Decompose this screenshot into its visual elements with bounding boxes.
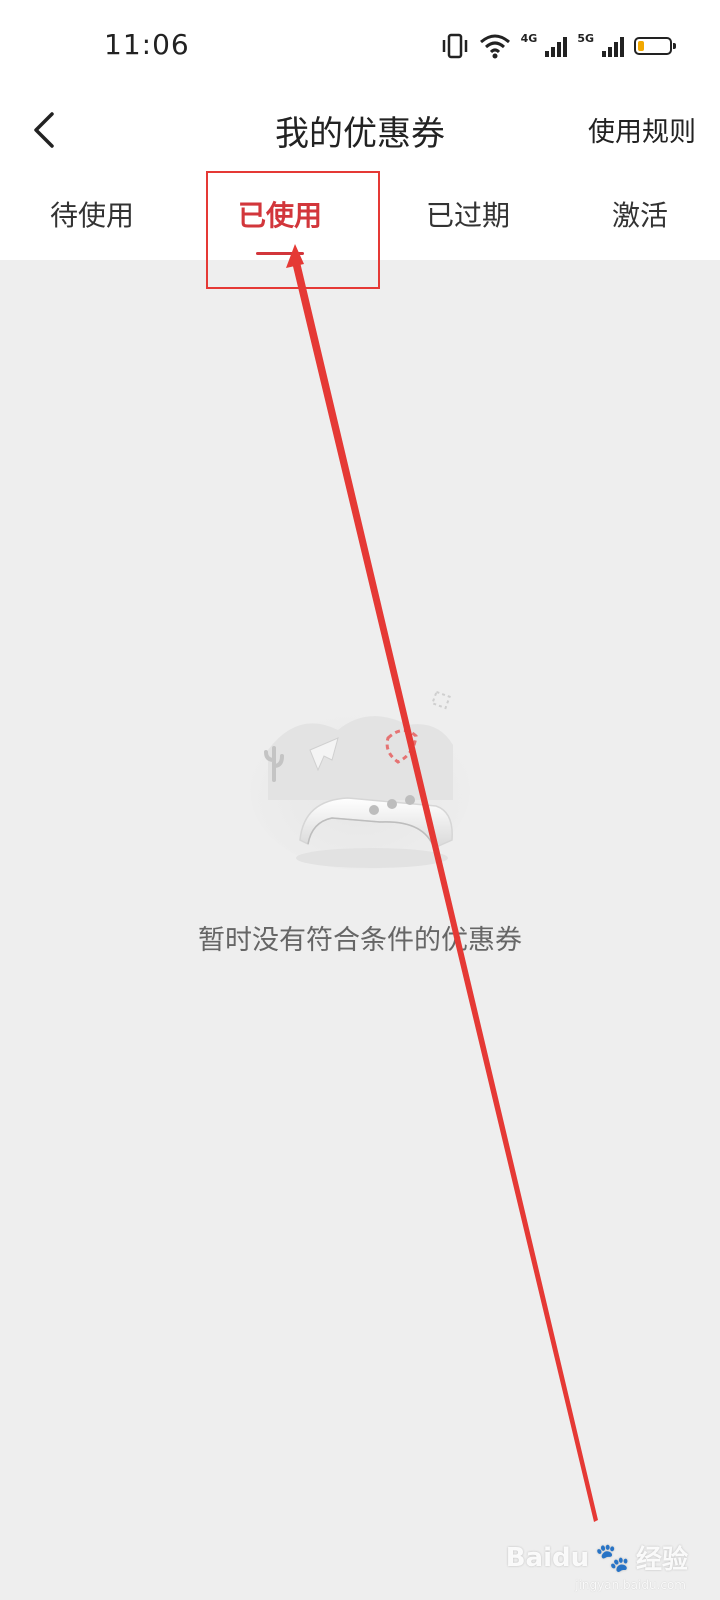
watermark-brand: Baidu	[505, 1542, 590, 1573]
watermark-text: 经验	[635, 1545, 688, 1575]
annotation-arrow	[286, 244, 598, 1522]
watermark: Baidu 🐾 经验	[506, 1539, 688, 1576]
watermark-url: jingyan.baidu.com	[575, 1578, 686, 1592]
paw-icon: 🐾	[595, 1541, 630, 1574]
